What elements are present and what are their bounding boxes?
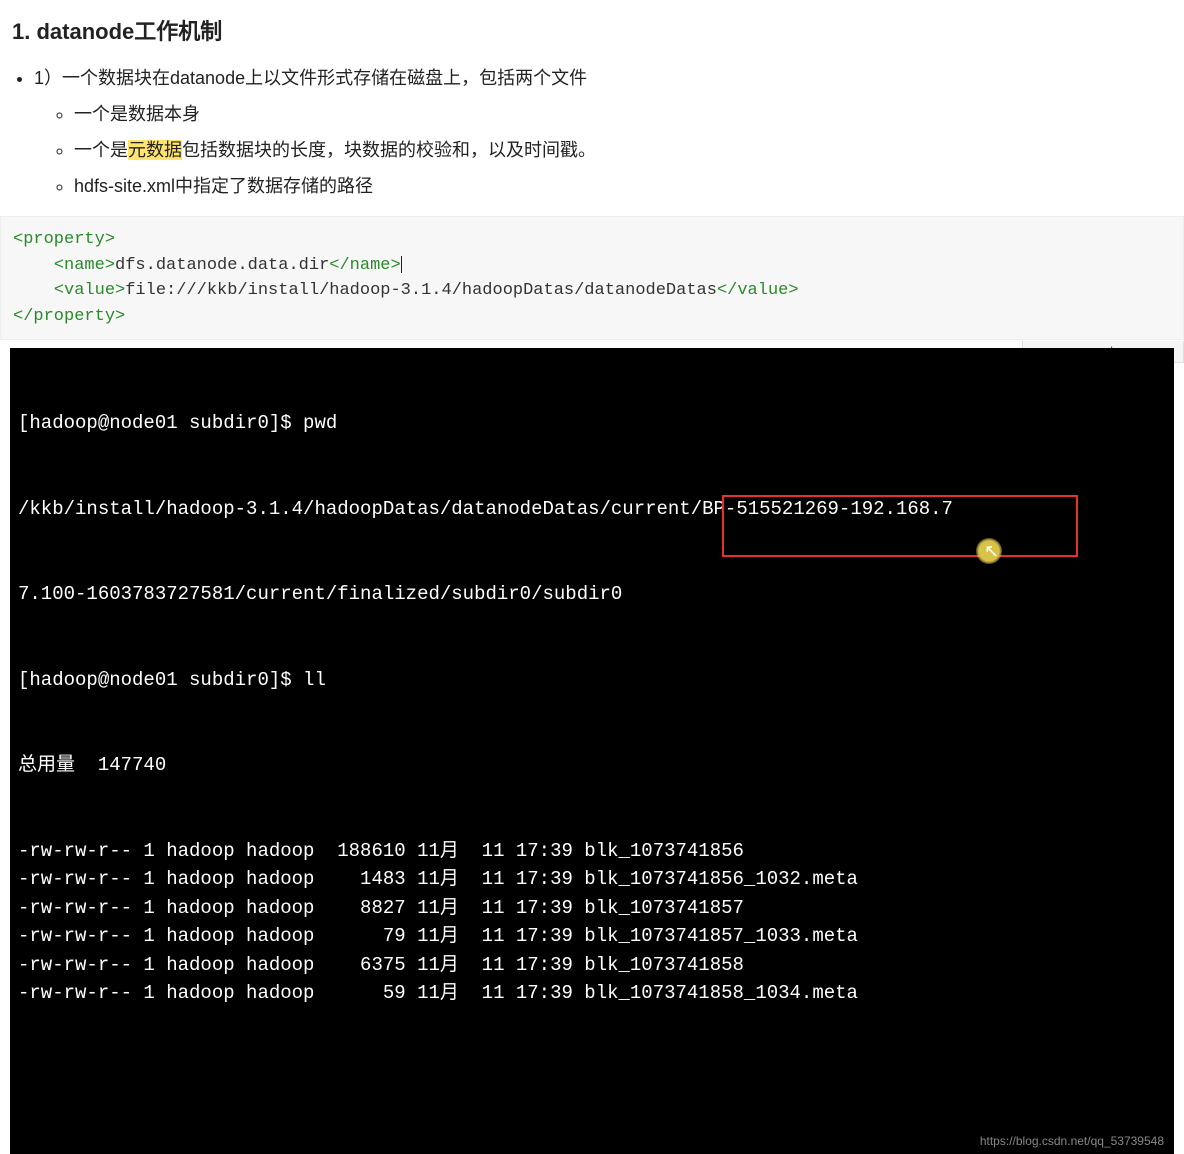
terminal-line: -rw-rw-r-- 1 hadoop hadoop 1483 11月 11 1… (18, 865, 1166, 894)
list-item: hdfs-site.xml中指定了数据存储的路径 (74, 172, 1172, 198)
xml-code-block: <property> <name>dfs.datanode.data.dir</… (0, 216, 1184, 340)
mouse-cursor-highlight-icon (976, 538, 1002, 564)
list-text: 一个是 (74, 140, 128, 160)
xml-value: file:///kkb/install/hadoop-3.1.4/hadoopD… (125, 281, 717, 300)
list-text: hdfs-site.xml中指定了数据存储的路径 (74, 176, 373, 196)
terminal-line: 7.100-1603783727581/current/finalized/su… (18, 580, 1166, 609)
list-text: 一个是数据本身 (74, 104, 200, 124)
list-text: 包括数据块的长度，块数据的校验和，以及时间戳。 (182, 140, 596, 160)
list-item: 1）一个数据块在datanode上以文件形式存储在磁盘上，包括两个文件 一个是数… (34, 64, 1172, 198)
terminal-line: -rw-rw-r-- 1 hadoop hadoop 59 11月 11 17:… (18, 979, 1166, 1008)
terminal-line: -rw-rw-r-- 1 hadoop hadoop 188610 11月 11… (18, 837, 1166, 866)
watermark-text: https://blog.csdn.net/qq_53739548 (980, 1132, 1164, 1150)
bullet-list-sub: 一个是数据本身 一个是元数据包括数据块的长度，块数据的校验和，以及时间戳。 hd… (34, 100, 1172, 198)
section-heading: 1. datanode工作机制 (12, 14, 1172, 46)
terminal-line: 总用量 147740 (18, 751, 1166, 780)
xml-tag: </name> (329, 256, 400, 275)
xml-tag: <name> (54, 256, 115, 275)
highlighted-text: 元数据 (128, 140, 182, 160)
terminal-line: [hadoop@node01 subdir0]$ ll (18, 666, 1166, 695)
xml-tag: </property> (13, 307, 125, 326)
xml-value: dfs.datanode.data.dir (115, 256, 329, 275)
xml-tag: <property> (13, 230, 115, 249)
terminal-output: [hadoop@node01 subdir0]$ pwd /kkb/instal… (10, 348, 1174, 1154)
list-item: 一个是元数据包括数据块的长度，块数据的校验和，以及时间戳。 (74, 136, 1172, 162)
bullet-list-main: 1）一个数据块在datanode上以文件形式存储在磁盘上，包括两个文件 一个是数… (12, 64, 1172, 198)
terminal-line: -rw-rw-r-- 1 hadoop hadoop 8827 11月 11 1… (18, 894, 1166, 923)
list-item: 一个是数据本身 (74, 100, 1172, 126)
terminal-line: -rw-rw-r-- 1 hadoop hadoop 6375 11月 11 1… (18, 951, 1166, 980)
terminal-line: -rw-rw-r-- 1 hadoop hadoop 79 11月 11 17:… (18, 922, 1166, 951)
terminal-line: /kkb/install/hadoop-3.1.4/hadoopDatas/da… (18, 495, 1166, 524)
mouse-cursor-icon: ↖ (984, 540, 999, 567)
terminal-line: [hadoop@node01 subdir0]$ pwd (18, 409, 1166, 438)
text-cursor-icon (401, 256, 402, 273)
list-text: 1）一个数据块在datanode上以文件形式存储在磁盘上，包括两个文件 (34, 68, 587, 88)
xml-tag: </value> (717, 281, 799, 300)
xml-tag: <value> (54, 281, 125, 300)
